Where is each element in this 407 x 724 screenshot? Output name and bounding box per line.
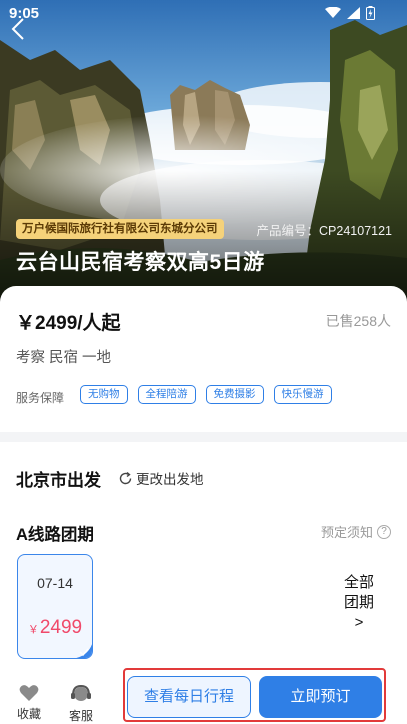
bottom-action-bar: 收藏 客服 查看每日行程 立即预订 — [0, 664, 407, 724]
wifi-icon — [325, 7, 341, 18]
booking-notice-link[interactable]: 预定须知 ? — [321, 522, 391, 541]
product-info-card: ￥2499/人起 已售258人 考察 民宿 一地 服务保障 无购物 全程陪游 免… — [0, 286, 407, 432]
chevron-right-icon: > — [354, 614, 364, 631]
customer-service-label: 客服 — [68, 709, 93, 723]
service-chip-no-shopping[interactable]: 无购物 — [80, 385, 128, 404]
view-itinerary-button[interactable]: 查看每日行程 — [127, 676, 251, 718]
battery-icon — [366, 6, 375, 20]
currency-symbol: ￥ — [27, 624, 39, 636]
section-divider — [0, 432, 407, 442]
signal-icon — [347, 7, 360, 19]
selected-check-icon — [76, 644, 92, 658]
change-departure-label: 更改出发地 — [136, 472, 204, 487]
date-option-price: ￥2499 — [18, 617, 92, 639]
service-chips: 无购物 全程陪游 免费摄影 快乐慢游 — [80, 385, 332, 404]
date-option-price-value: 2499 — [39, 617, 83, 638]
sold-count: 已售258人 — [325, 313, 391, 329]
trip-title: 云台山民宿考察双高5日游 — [16, 251, 265, 274]
hero-banner: 9:05 万户候国际旅行社有限公司东城分公司 产品编号：CP24107121 云… — [0, 0, 407, 310]
service-chip-slow-travel[interactable]: 快乐慢游 — [273, 385, 332, 404]
service-chip-escort[interactable]: 全程陪游 — [137, 385, 196, 404]
price-label: ￥2499/人起 — [16, 313, 121, 334]
question-icon: ? — [377, 524, 391, 539]
date-option-card[interactable]: 07-14 ￥2499 — [17, 554, 93, 659]
refresh-icon — [119, 471, 132, 484]
favorite-label: 收藏 — [16, 707, 41, 721]
product-code: 产品编号：CP24107121 — [256, 224, 392, 238]
heart-icon — [19, 685, 39, 701]
date-option-date: 07-14 — [37, 575, 73, 591]
all-groups-line1: 全部 — [343, 574, 374, 591]
booking-notice-label: 预定须知 — [320, 525, 373, 540]
status-bar: 9:05 — [0, 0, 407, 26]
change-departure-button[interactable]: 更改出发地 — [118, 468, 204, 488]
book-now-button[interactable]: 立即预订 — [259, 676, 382, 718]
service-chip-photography[interactable]: 免费摄影 — [205, 385, 264, 404]
departure-city: 北京市出发 — [16, 471, 101, 490]
status-icons — [325, 6, 375, 20]
customer-service-button[interactable]: 客服 — [66, 684, 96, 724]
back-button[interactable] — [8, 16, 30, 42]
favorite-button[interactable]: 收藏 — [14, 684, 44, 722]
chevron-left-icon — [11, 18, 24, 40]
company-badge: 万户候国际旅行社有限公司东城分公司 — [16, 219, 224, 239]
all-groups-button[interactable]: 全部 团期 > — [330, 573, 388, 633]
all-groups-line2: 团期 — [343, 594, 374, 611]
service-guarantee-label: 服务保障 — [16, 391, 65, 405]
route-title: A线路团期 — [16, 526, 94, 544]
headset-icon — [71, 684, 91, 701]
trip-tags: 考察 民宿 一地 — [16, 350, 112, 366]
